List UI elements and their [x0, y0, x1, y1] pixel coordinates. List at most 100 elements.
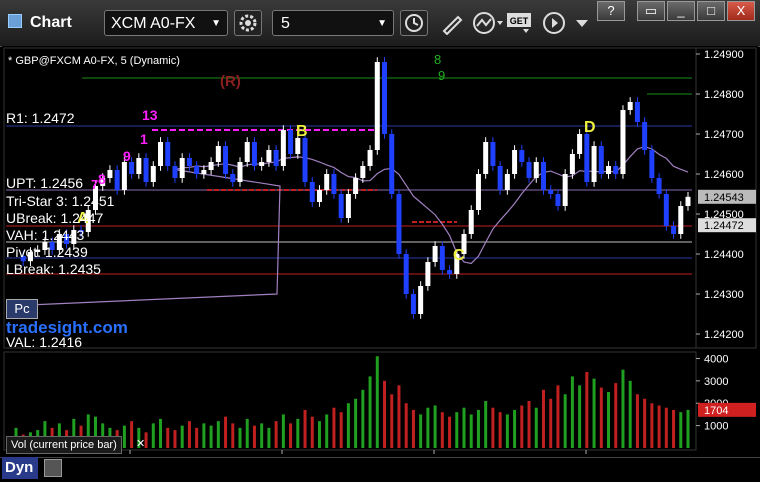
price-chart[interactable]: 1.249001.248001.247001.246001.245001.244… [2, 46, 758, 479]
volume-bar [281, 414, 285, 448]
price-bar-body [606, 166, 612, 174]
price-bar-body [237, 162, 243, 182]
price-bar-body [591, 146, 597, 182]
dynamic-mode-button[interactable]: Dyn [2, 457, 38, 479]
volume-bar [346, 403, 350, 448]
price-bar-body [143, 158, 149, 182]
draw-tool-button[interactable] [440, 10, 466, 36]
settings-button[interactable] [234, 10, 262, 36]
price-bar-body [316, 190, 322, 202]
indicator-button[interactable] [472, 10, 504, 36]
minimize-button[interactable]: _ [667, 1, 695, 21]
close-button[interactable]: X [727, 1, 755, 21]
price-bar-body [223, 146, 229, 174]
price-tick-label: 1.24200 [704, 329, 744, 341]
chart-header: * GBP@FXCM A0-FX, 5 (Dynamic) [8, 55, 180, 67]
pc-button[interactable]: Pc [6, 299, 38, 319]
volume-bar [296, 418, 300, 448]
volume-bar [173, 430, 177, 448]
time-button[interactable] [400, 10, 428, 36]
interval-select[interactable]: 5 ▼ [272, 10, 394, 36]
price-bar-body [540, 162, 546, 190]
price-bar-body [215, 146, 221, 162]
volume-bar [643, 398, 647, 448]
price-bar-body [288, 130, 294, 154]
help-button[interactable]: ? [597, 1, 625, 21]
price-bar-body [555, 194, 561, 206]
get-data-button[interactable]: GET [506, 10, 538, 36]
volume-bar [455, 412, 459, 448]
price-tick-label: 1.24400 [704, 249, 744, 261]
ubreak-label: UBreak: 1.2447 [6, 210, 104, 226]
volume-bar [209, 425, 213, 448]
price-bar-body [425, 262, 431, 286]
annotation-c: C [453, 247, 465, 264]
volume-bar [216, 421, 220, 448]
volume-bar [354, 398, 358, 448]
count-8-green: 8 [434, 52, 441, 67]
price-tick-label: 1.24800 [704, 89, 744, 101]
volume-bar [159, 418, 163, 448]
r1-label: R1: 1.2472 [6, 110, 75, 126]
volume-bar [166, 427, 170, 448]
price-bar-body [548, 190, 554, 194]
volume-bar [657, 405, 661, 448]
restore-button[interactable]: ▭ [637, 1, 665, 21]
price-bar-body [483, 142, 489, 174]
volume-bar [505, 414, 509, 448]
price-bar-body [295, 138, 301, 154]
lock-icon[interactable] [44, 459, 62, 477]
volume-bar [130, 421, 134, 448]
price-bar-body [280, 130, 286, 166]
count-13: 13 [142, 107, 158, 123]
volume-bar [556, 385, 560, 448]
volume-bar [585, 371, 589, 448]
volume-legend: Vol (current price bar) [6, 436, 122, 454]
volume-bar [310, 416, 314, 448]
price-bar-body [410, 294, 416, 314]
dropdown-arrow-icon [576, 20, 588, 27]
price-bar-body [468, 210, 474, 234]
volume-bar [151, 423, 155, 448]
count-9-magenta: 9 [123, 148, 131, 164]
symbol-value: XCM A0-FX [111, 15, 196, 32]
maximize-button[interactable]: □ [697, 1, 725, 21]
volume-bar [332, 407, 336, 448]
volume-bar [498, 412, 502, 448]
volume-bar [513, 409, 517, 448]
price-bar-body [114, 170, 120, 190]
close-icon[interactable]: ✕ [136, 437, 145, 450]
volume-bar [122, 425, 126, 448]
count-1: 1 [140, 131, 148, 147]
price-bar-body [251, 142, 257, 166]
volume-bar [180, 425, 184, 448]
volume-bar [260, 423, 264, 448]
volume-bar [303, 409, 307, 448]
price-bar-body [447, 270, 453, 274]
symbol-select[interactable]: XCM A0-FX ▼ [104, 10, 228, 36]
volume-bar [202, 423, 206, 448]
interval-value: 5 [281, 15, 290, 32]
price-bar-body [186, 158, 192, 166]
volume-bar [563, 394, 567, 448]
volume-bar [650, 403, 654, 448]
price-bar-body [158, 142, 164, 166]
price-bar-body [569, 154, 575, 174]
volume-bar [607, 392, 611, 448]
volume-bar [621, 369, 625, 448]
price-bar-body [533, 162, 539, 178]
menu-button[interactable] [570, 10, 594, 36]
volume-tick-label: 4000 [704, 353, 728, 365]
price-tick-label: 1.24900 [704, 49, 744, 61]
play-button[interactable] [542, 10, 566, 36]
price-tick-label: 1.24700 [704, 129, 744, 141]
price-bar-body [432, 246, 438, 262]
price-bar-body [671, 226, 677, 234]
price-axis: 1.249001.248001.247001.246001.245001.244… [695, 47, 757, 349]
window-title: Chart [30, 14, 72, 31]
price-bar-body [302, 138, 308, 182]
chevron-down-icon: ▼ [377, 18, 387, 29]
vah-label: VAH: 1.2443 [6, 227, 85, 243]
price-bar-body [107, 170, 113, 178]
volume-bar [361, 389, 365, 448]
